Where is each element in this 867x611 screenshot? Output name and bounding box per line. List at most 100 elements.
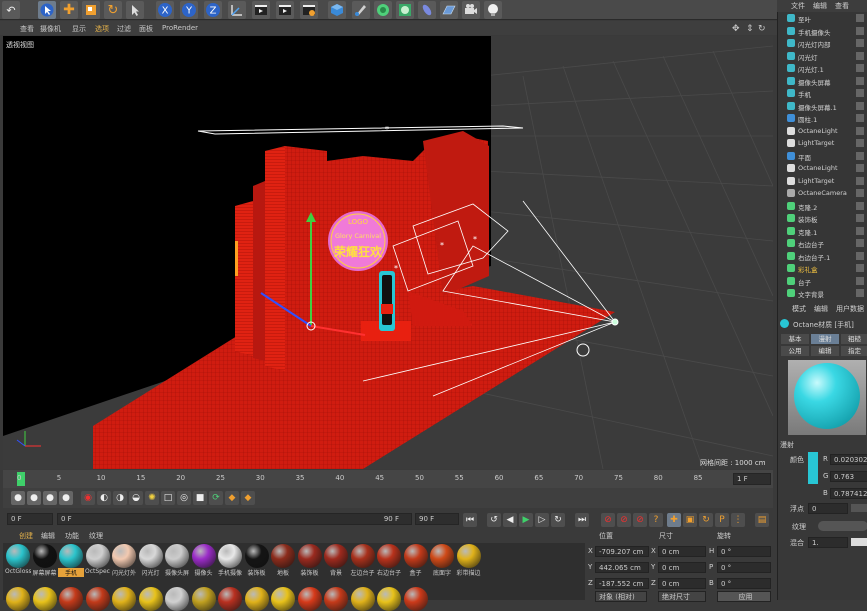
- material-ball[interactable]: [218, 587, 242, 611]
- texture-slot[interactable]: [818, 521, 867, 531]
- undo-icon[interactable]: ↶: [2, 1, 20, 19]
- material-item[interactable]: 摄像头: [191, 544, 217, 577]
- nav-zoom-icon[interactable]: ⇕: [746, 24, 754, 34]
- rotate-key-icon[interactable]: ↻: [699, 513, 713, 527]
- tab-diffuse[interactable]: 漫射: [811, 334, 839, 344]
- tab-editor[interactable]: 编辑: [811, 346, 839, 356]
- tab-texture[interactable]: 纹理: [89, 531, 103, 541]
- menu-view[interactable]: 查看: [835, 1, 849, 11]
- nav-move-icon[interactable]: ✥: [732, 24, 740, 34]
- object-item[interactable]: 文字背景: [777, 287, 867, 300]
- cursor-select-icon[interactable]: [38, 1, 56, 19]
- circle-icon[interactable]: ◎: [177, 491, 191, 505]
- sphere-preview-icon[interactable]: ●: [43, 491, 57, 505]
- object-item[interactable]: 手机摄像头: [777, 25, 867, 38]
- float-slider[interactable]: [851, 504, 867, 512]
- render-picture-icon[interactable]: [276, 1, 294, 19]
- menu-filter[interactable]: 过滤: [117, 24, 131, 34]
- color-g-field[interactable]: 0.763: [830, 471, 867, 482]
- material-ball[interactable]: [112, 587, 136, 611]
- position-z-field[interactable]: -187.552 cm: [595, 578, 649, 589]
- render-icon[interactable]: ◒: [129, 491, 143, 505]
- cloner-icon[interactable]: [396, 1, 414, 19]
- material-item[interactable]: 手机: [58, 544, 84, 577]
- square-icon[interactable]: ■: [193, 491, 207, 505]
- go-end-icon[interactable]: ⏭: [575, 513, 589, 527]
- object-item[interactable]: 装饰板: [777, 212, 867, 225]
- material-item[interactable]: 底面字: [429, 544, 455, 577]
- record-icon[interactable]: ◉: [81, 491, 95, 505]
- visibility-toggle[interactable]: [856, 201, 864, 210]
- visibility-toggle[interactable]: [856, 251, 864, 260]
- material-ball[interactable]: [403, 587, 428, 611]
- move-key-icon[interactable]: ✚: [667, 513, 681, 527]
- material-ball[interactable]: [32, 587, 57, 611]
- world-coords-icon[interactable]: [228, 1, 246, 19]
- square-icon[interactable]: □: [161, 491, 175, 505]
- visibility-toggle[interactable]: [856, 151, 864, 160]
- material-item[interactable]: OctSpec: [85, 544, 111, 575]
- size-y-field[interactable]: 0 cm: [658, 562, 706, 573]
- material-ball[interactable]: [377, 587, 401, 611]
- color-r-field[interactable]: 0.020302: [830, 454, 867, 465]
- x-axis-lock-icon[interactable]: X: [156, 1, 174, 19]
- menu-prorender[interactable]: ProRender: [162, 24, 198, 32]
- light-icon[interactable]: [484, 1, 502, 19]
- material-item[interactable]: 左边台子: [350, 544, 376, 577]
- pen-icon[interactable]: [352, 1, 370, 19]
- floor-icon[interactable]: [440, 1, 458, 19]
- frame-range-slider[interactable]: 0 F 90 F: [57, 513, 412, 525]
- object-item[interactable]: LightTarget: [777, 137, 867, 150]
- z-axis-lock-icon[interactable]: Z: [204, 1, 222, 19]
- menu-display[interactable]: 显示: [72, 24, 86, 34]
- move-icon[interactable]: ✚: [60, 1, 78, 19]
- material-item[interactable]: 彩带描边: [456, 544, 482, 577]
- material-item[interactable]: 手机摄像: [217, 544, 243, 577]
- material-item[interactable]: 闪光灯: [138, 544, 164, 577]
- visibility-toggle[interactable]: [856, 76, 864, 85]
- material-item[interactable]: 摄像头屏: [164, 544, 190, 577]
- param-key-icon[interactable]: P: [715, 513, 729, 527]
- end-frame-field[interactable]: 90 F: [415, 513, 459, 525]
- auto-key-icon[interactable]: ⊘: [617, 513, 631, 527]
- record-key-icon[interactable]: ⊘: [601, 513, 615, 527]
- menu-file[interactable]: 文件: [791, 1, 805, 11]
- keyframe-selection-icon[interactable]: ⊘: [633, 513, 647, 527]
- nav-rotate-icon[interactable]: ↻: [758, 24, 766, 34]
- material-ball[interactable]: [85, 587, 110, 611]
- tab-rough[interactable]: 粗糙: [841, 334, 867, 344]
- mix-field[interactable]: 1.: [808, 537, 848, 548]
- material-item[interactable]: 闪光灯外: [111, 544, 137, 577]
- y-axis-lock-icon[interactable]: Y: [180, 1, 198, 19]
- deformer-icon[interactable]: [418, 1, 436, 19]
- attr-menu-userdata[interactable]: 用户数据: [836, 304, 864, 314]
- next-key-icon[interactable]: ↻: [551, 513, 565, 527]
- object-item[interactable]: 彩礼盒: [777, 262, 867, 275]
- menu-camera[interactable]: 摄像机: [40, 24, 61, 34]
- material-ball[interactable]: [244, 587, 269, 611]
- visibility-toggle[interactable]: [856, 89, 864, 97]
- cube-icon[interactable]: ◆: [241, 491, 255, 505]
- coord-mode-select[interactable]: 对象 (相对): [595, 591, 647, 602]
- color-b-field[interactable]: 0.787412: [830, 488, 867, 499]
- render-icon[interactable]: ◐: [97, 491, 111, 505]
- object-item[interactable]: 右边台子: [777, 237, 867, 250]
- menu-edit[interactable]: 编辑: [813, 1, 827, 11]
- cube-icon[interactable]: [328, 1, 346, 19]
- menu-view[interactable]: 查看: [20, 24, 34, 34]
- material-item[interactable]: 装饰板: [297, 544, 323, 577]
- material-ball[interactable]: [138, 587, 163, 611]
- material-item[interactable]: 屏幕屏幕: [32, 544, 58, 577]
- visibility-toggle[interactable]: [856, 139, 864, 147]
- attr-menu-edit[interactable]: 编辑: [814, 304, 828, 314]
- object-item[interactable]: 台子: [777, 275, 867, 288]
- object-item[interactable]: 圆柱.1: [777, 112, 867, 125]
- render-icon[interactable]: ◑: [113, 491, 127, 505]
- position-x-field[interactable]: -709.207 cm: [595, 546, 649, 557]
- size-x-field[interactable]: 0 cm: [658, 546, 706, 557]
- object-item[interactable]: 克隆.2: [777, 200, 867, 213]
- visibility-toggle[interactable]: [856, 214, 864, 222]
- refresh-icon[interactable]: ⟳: [209, 491, 223, 505]
- sphere-preview-icon[interactable]: ●: [11, 491, 25, 505]
- visibility-toggle[interactable]: [856, 14, 864, 22]
